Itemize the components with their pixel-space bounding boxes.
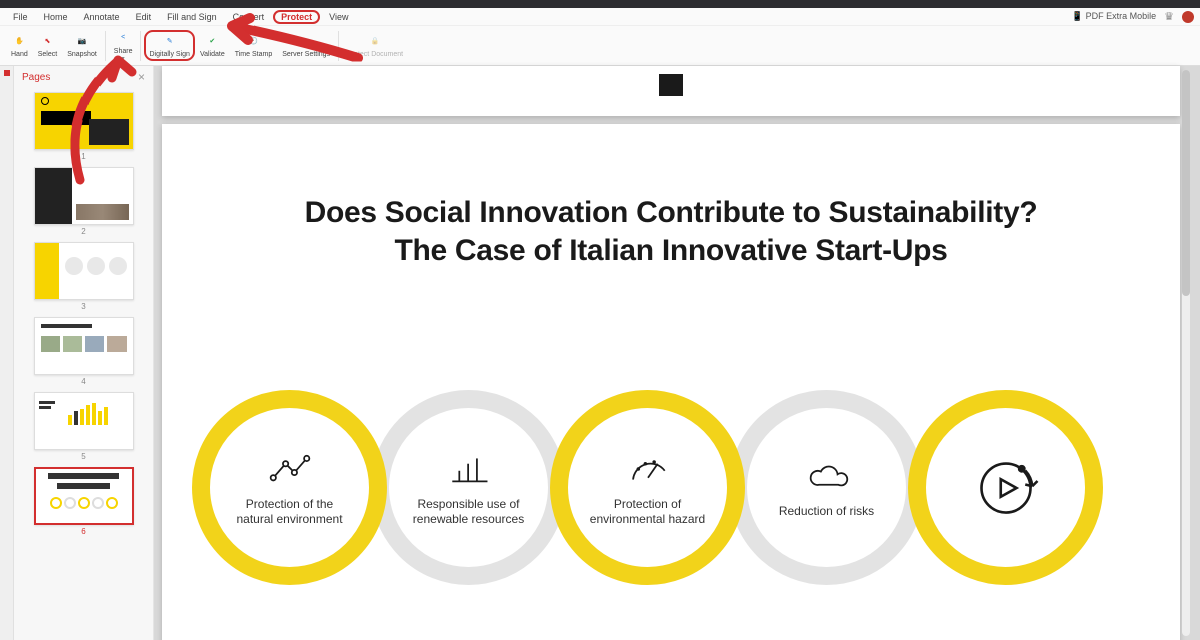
hand-icon: ✋ [11,33,27,49]
lock-icon: 🔒 [367,33,383,49]
thumb-num: 1 [81,152,85,161]
scrollbar-thumb[interactable] [1182,70,1190,296]
ribbon-label: Share [114,48,133,55]
menu-bar: File Home Annotate Edit Fill and Sign Co… [0,8,1200,26]
page-title-line1: Does Social Innovation Contribute to Sus… [305,196,1038,229]
ribbon-hand[interactable]: ✋ Hand [6,31,33,60]
menu-convert[interactable]: Convert [226,10,272,24]
sign-icon: ✎ [162,33,178,49]
pages-title: Pages [22,72,50,83]
menu-edit[interactable]: Edit [129,10,159,24]
ribbon-label: Time Stamp [235,51,272,58]
thumb-6-wrap[interactable]: 6 [26,467,141,536]
select-cursor-icon: ⬉ [39,33,55,49]
thumb-5-wrap[interactable]: 5 [26,392,141,461]
thumb-num: 3 [81,302,85,311]
ribbon-digitally-sign[interactable]: ✎ Digitally Sign [144,30,194,61]
thumb-num: 2 [81,227,85,236]
sidebar: Pages × 1 2 3 4 [0,66,154,640]
circle-play [908,390,1103,585]
premium-icon[interactable]: ♛ [1164,10,1174,23]
menu-view[interactable]: View [322,10,355,24]
thumbnail-6[interactable] [34,467,134,525]
chevron-down-icon: ▾ [122,55,125,62]
network-icon [268,449,312,489]
thumbnail-2[interactable] [34,167,134,225]
circle-label: Reduction of risks [767,504,887,518]
share-icon: < [115,30,131,46]
pages-tab-icon[interactable] [4,70,10,76]
ribbon-label: Server Settings [282,51,330,58]
ribbon-select[interactable]: ⬉ Select [33,31,62,60]
app-body: Pages × 1 2 3 4 [0,66,1200,640]
circles-row: Protection of the natural environment Re… [192,390,1087,585]
current-page[interactable]: Does Social Innovation Contribute to Sus… [162,124,1180,640]
bar-chart-icon [447,449,491,489]
validate-icon: ✔ [204,33,220,49]
pages-panel: Pages × 1 2 3 4 [14,66,153,640]
circle-label: Protection of the natural environment [230,497,350,526]
previous-page-strip[interactable] [162,66,1180,116]
thumbnail-5[interactable] [34,392,134,450]
main-view[interactable]: Does Social Innovation Contribute to Sus… [154,66,1200,640]
thumb-num: 4 [81,377,85,386]
menu-protect[interactable]: Protect [273,10,320,24]
circle-label: Responsible use of renewable resources [409,497,529,526]
circle-renewable-resources: Responsible use of renewable resources [371,390,566,585]
avatar[interactable] [1182,11,1194,23]
page-title-line2: The Case of Italian Innovative Start-Ups [394,234,947,267]
sidebar-tab-strip [0,66,14,640]
thumbnails-list[interactable]: 1 2 3 4 5 [14,88,153,640]
ribbon-separator [105,31,106,61]
close-icon[interactable]: × [138,70,145,84]
ribbon-server-settings[interactable]: ☁ Server Settings [277,31,335,60]
thumb-num: 5 [81,452,85,461]
thumbnail-3[interactable] [34,242,134,300]
ribbon-separator [338,31,339,61]
menu-annotate[interactable]: Annotate [77,10,127,24]
window-titlebar [0,0,1200,8]
vertical-scrollbar[interactable] [1182,70,1190,636]
cloud-icon [805,456,849,496]
thumb-num: 6 [81,527,85,536]
menu-bar-left: File Home Annotate Edit Fill and Sign Co… [6,10,356,24]
main-view-inner: Does Social Innovation Contribute to Sus… [162,66,1192,640]
circle-environmental-hazard: Protection of environmental hazard [550,390,745,585]
thumb-2-wrap[interactable]: 2 [26,167,141,236]
circle-protection-environment: Protection of the natural environment [192,390,387,585]
ribbon-label: Snapshot [67,51,97,58]
ribbon-label: Hand [11,51,28,58]
ribbon-separator [140,31,141,61]
menu-file[interactable]: File [6,10,35,24]
gauge-icon [626,449,670,489]
menu-home[interactable]: Home [37,10,75,24]
page-title: Does Social Innovation Contribute to Sus… [162,124,1180,279]
thumbnail-1[interactable] [34,92,134,150]
ribbon-label: Digitally Sign [149,51,189,58]
ribbon-protect-document[interactable]: 🔒 Protect Document [342,31,408,60]
ribbon-label: Validate [200,51,225,58]
ribbon-validate[interactable]: ✔ Validate [195,31,230,60]
thumb-1-wrap[interactable]: 1 [26,92,141,161]
camera-icon: 📷 [74,33,90,49]
app-name-label: 📱 PDF Extra Mobile [1072,11,1156,22]
thumb-4-wrap[interactable]: 4 [26,317,141,386]
menu-fill-and-sign[interactable]: Fill and Sign [160,10,224,24]
prev-page-graphic [659,74,683,96]
thumb-3-wrap[interactable]: 3 [26,242,141,311]
thumbnail-4[interactable] [34,317,134,375]
ribbon-label: Select [38,51,57,58]
timestamp-icon: 🕘 [245,33,261,49]
pages-header: Pages × [14,66,153,88]
server-icon: ☁ [298,33,314,49]
ribbon-label: Protect Document [347,51,403,58]
ribbon-share[interactable]: < Share ▾ [109,28,138,64]
ribbon-toolbar: ✋ Hand ⬉ Select 📷 Snapshot < Share ▾ ✎ D… [0,26,1200,66]
circle-label: Protection of environmental hazard [588,497,708,526]
menu-bar-right: 📱 PDF Extra Mobile ♛ [1072,10,1194,23]
replay-icon [971,453,1041,523]
ribbon-time-stamp[interactable]: 🕘 Time Stamp [230,31,277,60]
circle-reduction-risks: Reduction of risks [729,390,924,585]
ribbon-snapshot[interactable]: 📷 Snapshot [62,31,102,60]
